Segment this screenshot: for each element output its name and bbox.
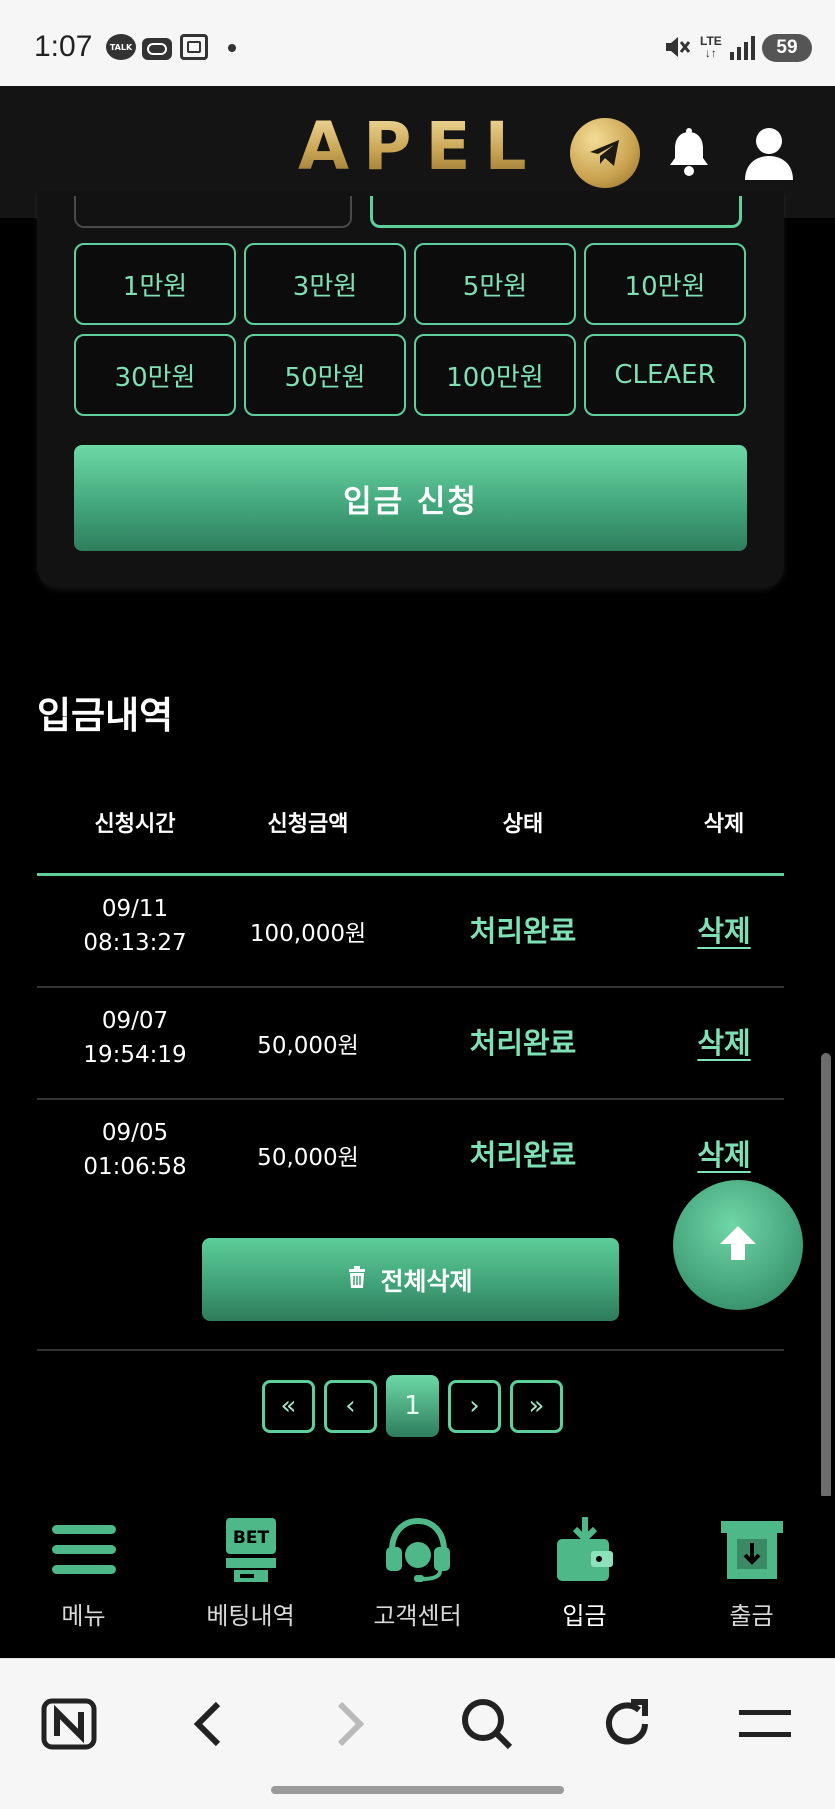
table-row: 09/07 19:54:19 50,000원 처리완료 삭제	[37, 988, 784, 1100]
screen-capture-icon	[180, 34, 208, 60]
row-time: 19:54:19	[83, 1042, 187, 1068]
row-status: 처리완료	[469, 1026, 577, 1060]
mute-icon	[664, 34, 692, 60]
deposit-apply-button[interactable]: 입금 신청	[74, 445, 747, 551]
apel-logo[interactable]: APEL	[298, 108, 541, 185]
row-amount: 50,000원	[257, 1033, 359, 1059]
nav-item-withdraw[interactable]: 출금	[668, 1496, 835, 1658]
status-bar: 1:07 TALK LTE ↓↑ 59	[0, 0, 835, 86]
headset-icon	[382, 1514, 454, 1586]
table-row: 09/05 01:06:58 50,000원 처리완료 삭제	[37, 1100, 784, 1212]
refresh-icon[interactable]	[592, 1689, 662, 1759]
status-time: 1:07	[34, 30, 93, 63]
menu-icon	[48, 1514, 120, 1586]
pagination: « ‹ 1 › »	[262, 1375, 563, 1437]
row-delete-link[interactable]: 삭제	[697, 1020, 750, 1062]
row-datetime: 09/07 19:54:19	[83, 1004, 186, 1072]
row-amount: 100,000원	[249, 921, 367, 947]
nav-item-bet-history[interactable]: BET 베팅내역	[167, 1496, 334, 1658]
amount-button-500000[interactable]: 50만원	[244, 334, 406, 416]
naver-n-icon[interactable]	[34, 1689, 104, 1759]
amount-button-10000[interactable]: 1만원	[74, 243, 236, 325]
amount-button-300000[interactable]: 30만원	[74, 334, 236, 416]
row-status: 처리완료	[469, 1138, 577, 1172]
back-icon[interactable]	[172, 1689, 242, 1759]
bottom-navigation: 메뉴 BET 베팅내역 고객센터 입금 출금	[0, 1496, 835, 1658]
row-amount: 50,000원	[257, 1145, 359, 1171]
column-header-time: 신청시간	[94, 812, 176, 837]
row-time: 08:13:27	[83, 930, 187, 956]
nav-label-menu: 메뉴	[61, 1602, 106, 1630]
trash-icon	[348, 1265, 366, 1294]
deposit-wallet-icon	[549, 1514, 621, 1586]
bell-icon[interactable]	[658, 122, 720, 184]
section-divider	[37, 1349, 784, 1351]
user-icon[interactable]	[738, 122, 800, 184]
delete-all-label: 전체삭제	[380, 1266, 473, 1296]
withdraw-icon	[716, 1514, 788, 1586]
bet-icon: BET	[215, 1514, 287, 1586]
last-page-button[interactable]: »	[510, 1379, 563, 1433]
row-datetime: 09/05 01:06:58	[83, 1116, 186, 1184]
clear-amount-button[interactable]: CLEAER	[584, 334, 746, 416]
nav-label-customer-center: 고객센터	[373, 1602, 462, 1630]
column-header-amount: 신청금액	[267, 812, 349, 837]
battery-icon: 59	[762, 34, 812, 62]
home-indicator[interactable]	[271, 1786, 564, 1794]
nav-item-menu[interactable]: 메뉴	[0, 1496, 167, 1658]
deposit-history-table: 신청시간 신청금액 상태 삭제 09/11 08:13:27 100,000원 처…	[37, 780, 784, 1212]
nav-item-deposit[interactable]: 입금	[501, 1496, 668, 1658]
nav-label-withdraw: 출금	[729, 1602, 774, 1630]
next-page-button[interactable]: ›	[448, 1379, 501, 1433]
lte-icon: LTE ↓↑	[700, 34, 722, 60]
row-date: 09/11	[101, 896, 169, 922]
amount-button-50000[interactable]: 5만원	[414, 243, 576, 325]
nav-label-deposit: 입금	[562, 1602, 607, 1630]
amount-button-100000[interactable]: 10만원	[584, 243, 746, 325]
row-datetime: 09/11 08:13:27	[83, 892, 186, 960]
amount-button-1000000[interactable]: 100만원	[414, 334, 576, 416]
prev-page-button[interactable]: ‹	[324, 1379, 377, 1433]
column-header-delete: 삭제	[703, 812, 745, 837]
first-page-button[interactable]: «	[262, 1379, 315, 1433]
amount-button-30000[interactable]: 3만원	[244, 243, 406, 325]
browser-menu-icon[interactable]	[730, 1689, 800, 1759]
delete-all-button[interactable]: 전체삭제	[202, 1238, 619, 1321]
row-delete-link[interactable]: 삭제	[697, 908, 750, 950]
telegram-icon[interactable]	[570, 118, 640, 188]
row-time: 01:06:58	[83, 1154, 187, 1180]
nav-label-bet-history: 베팅내역	[206, 1602, 295, 1630]
page-scrollbar[interactable]	[821, 1053, 831, 1499]
amount-button-grid: 1만원 3만원 5만원 10만원 30만원 50만원 100만원 CLEAER	[74, 243, 747, 416]
scroll-to-top-button[interactable]	[673, 1180, 803, 1310]
arrow-up-icon	[718, 1224, 758, 1266]
kakaotalk-icon: TALK	[106, 34, 136, 60]
column-header-status: 상태	[502, 812, 544, 837]
notification-dot-icon	[228, 44, 236, 52]
signal-icon	[730, 34, 755, 60]
data-arrows-icon: ↓↑	[704, 46, 717, 60]
voicemail-icon	[142, 38, 172, 60]
search-icon[interactable]	[452, 1689, 522, 1759]
current-page-button[interactable]: 1	[386, 1375, 439, 1437]
forward-icon[interactable]	[316, 1689, 386, 1759]
table-row: 09/11 08:13:27 100,000원 처리완료 삭제	[37, 876, 784, 988]
amount-input-partial[interactable]	[370, 196, 742, 228]
amount-field-partial[interactable]	[74, 196, 352, 228]
nav-item-customer-center[interactable]: 고객센터	[334, 1496, 501, 1658]
deposit-history-title: 입금내역	[37, 694, 174, 737]
bet-icon-text: BET	[232, 1528, 269, 1548]
row-delete-link[interactable]: 삭제	[697, 1132, 750, 1174]
row-date: 09/05	[101, 1120, 169, 1146]
row-status: 처리완료	[469, 914, 577, 948]
row-date: 09/07	[101, 1008, 169, 1034]
table-header-row: 신청시간 신청금액 상태 삭제	[37, 780, 784, 876]
